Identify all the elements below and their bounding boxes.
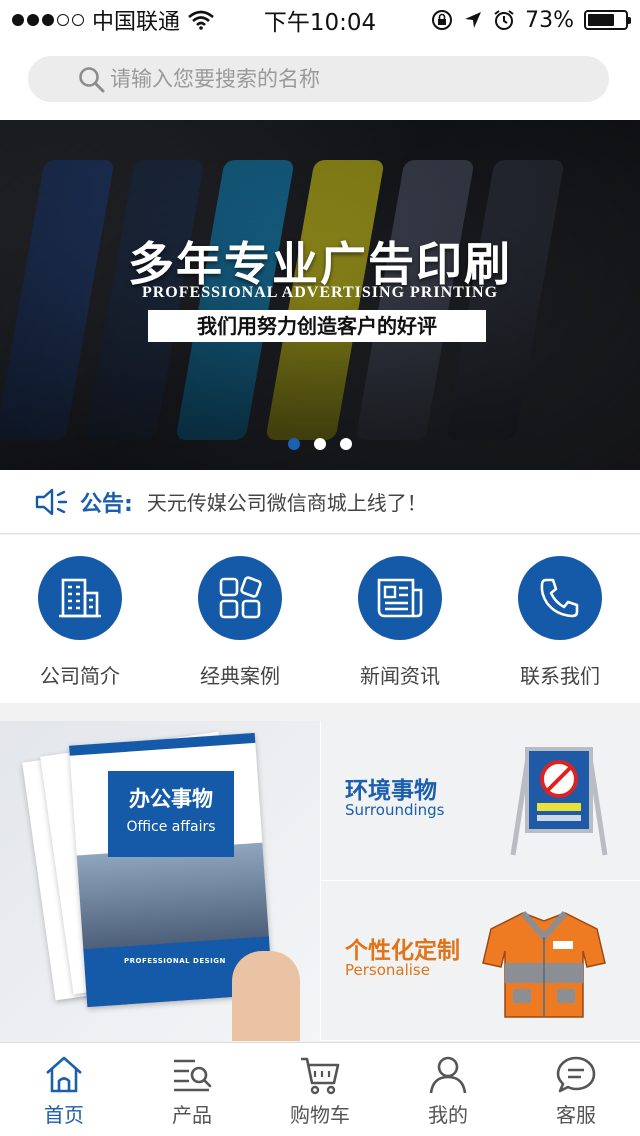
- tab-customer-service[interactable]: 客服: [512, 1043, 640, 1136]
- tab-products[interactable]: 产品: [128, 1043, 256, 1136]
- signal-strength-icon: [12, 14, 84, 26]
- tab-label: 产品: [172, 1103, 212, 1127]
- announcement-label: 公告:: [80, 491, 133, 517]
- wifi-icon: [188, 10, 214, 30]
- quick-nav-circle: [358, 556, 442, 640]
- carousel-dot[interactable]: [288, 438, 300, 450]
- tab-label: 客服: [556, 1103, 596, 1127]
- category-subtitle: Personalise: [345, 961, 430, 979]
- search-bar[interactable]: [28, 56, 609, 102]
- brochure-cover-text: PROFESSIONAL DESIGN: [124, 957, 226, 965]
- banner-carousel[interactable]: 多年专业广告印刷 PROFESSIONAL ADVERTISING PRINTI…: [0, 120, 640, 470]
- battery-icon: [584, 10, 631, 30]
- announcement-bar[interactable]: 公告: 天元传媒公司微信商城上线了！: [0, 470, 640, 534]
- user-icon: [429, 1056, 467, 1094]
- quick-nav-classic-cases[interactable]: 经典案例: [160, 535, 320, 703]
- quick-nav-label: 公司简介: [40, 664, 120, 688]
- tab-mine[interactable]: 我的: [384, 1043, 512, 1136]
- category-title: 个性化定制: [345, 938, 460, 964]
- brochure-stripe: [69, 732, 256, 756]
- hand-image: [232, 951, 300, 1041]
- quick-nav-contact[interactable]: 联系我们: [480, 535, 640, 703]
- carrier-name: 中国联通: [92, 10, 181, 35]
- product-list-icon: [174, 1059, 212, 1092]
- category-title: 环境事物: [345, 778, 437, 804]
- status-bar: 中国联通 下午10:04 73%: [0, 0, 640, 40]
- quick-nav-circle: [38, 556, 122, 640]
- chat-icon: [556, 1056, 596, 1093]
- category-surroundings[interactable]: 环境事物 Surroundings: [321, 721, 640, 880]
- phone-icon: [540, 578, 579, 618]
- quick-nav-label: 联系我们: [520, 664, 600, 688]
- carousel-dot[interactable]: [340, 438, 352, 450]
- category-subtitle: Office affairs: [126, 819, 216, 835]
- quick-nav-circle: [198, 556, 282, 640]
- cart-icon: [301, 1057, 340, 1095]
- carousel-dot[interactable]: [314, 438, 326, 450]
- category-office-affairs[interactable]: 办公事物 Office affairs PROFESSIONAL DESIGN: [0, 721, 320, 1041]
- quick-nav-company-profile[interactable]: 公司简介: [0, 535, 160, 703]
- news-icon: [377, 578, 423, 618]
- quick-nav-circle: [518, 556, 602, 640]
- category-office-label: 办公事物 Office affairs: [108, 771, 234, 857]
- brochure-photo: [76, 842, 269, 951]
- tab-label: 我的: [428, 1103, 468, 1127]
- category-subtitle: Surroundings: [345, 801, 445, 819]
- search-input[interactable]: [76, 67, 609, 91]
- banner-subtitle: PROFESSIONAL ADVERTISING PRINTING: [141, 284, 499, 301]
- battery-percent: 73%: [525, 7, 574, 33]
- category-title: 办公事物: [129, 787, 213, 811]
- bottom-tab-bar: 首页 产品 购物车 我的 客服: [0, 1042, 640, 1136]
- home-icon: [46, 1056, 82, 1093]
- quick-nav-news[interactable]: 新闻资讯: [320, 535, 480, 703]
- tab-label: 首页: [44, 1103, 84, 1127]
- location-icon: [465, 12, 482, 28]
- category-personalise[interactable]: 个性化定制 Personalise: [321, 881, 640, 1040]
- carousel-indicators: [0, 438, 640, 450]
- tab-home[interactable]: 首页: [0, 1043, 128, 1136]
- rotation-lock-icon: [432, 10, 453, 30]
- quick-nav-label: 经典案例: [200, 664, 280, 688]
- jacket-image: [482, 911, 606, 1018]
- category-section: 办公事物 Office affairs PROFESSIONAL DESIGN …: [0, 721, 640, 1041]
- search-icon: [79, 67, 105, 93]
- alarm-icon: [494, 10, 514, 30]
- search-area: [0, 40, 640, 120]
- banner-tagline: 我们用努力创造客户的好评: [148, 310, 486, 342]
- speaker-icon: [35, 488, 68, 515]
- tab-label: 购物车: [290, 1103, 350, 1127]
- battery-fill: [588, 14, 615, 26]
- sign-board-image: [510, 747, 608, 856]
- announcement-text[interactable]: 天元传媒公司微信商城上线了！: [147, 487, 427, 516]
- quick-nav: 公司简介 经典案例 新闻资讯 联系我们: [0, 535, 640, 703]
- building-icon: [59, 578, 101, 618]
- quick-nav-label: 新闻资讯: [360, 664, 440, 688]
- tab-cart[interactable]: 购物车: [256, 1043, 384, 1136]
- grid-icon: [219, 576, 262, 619]
